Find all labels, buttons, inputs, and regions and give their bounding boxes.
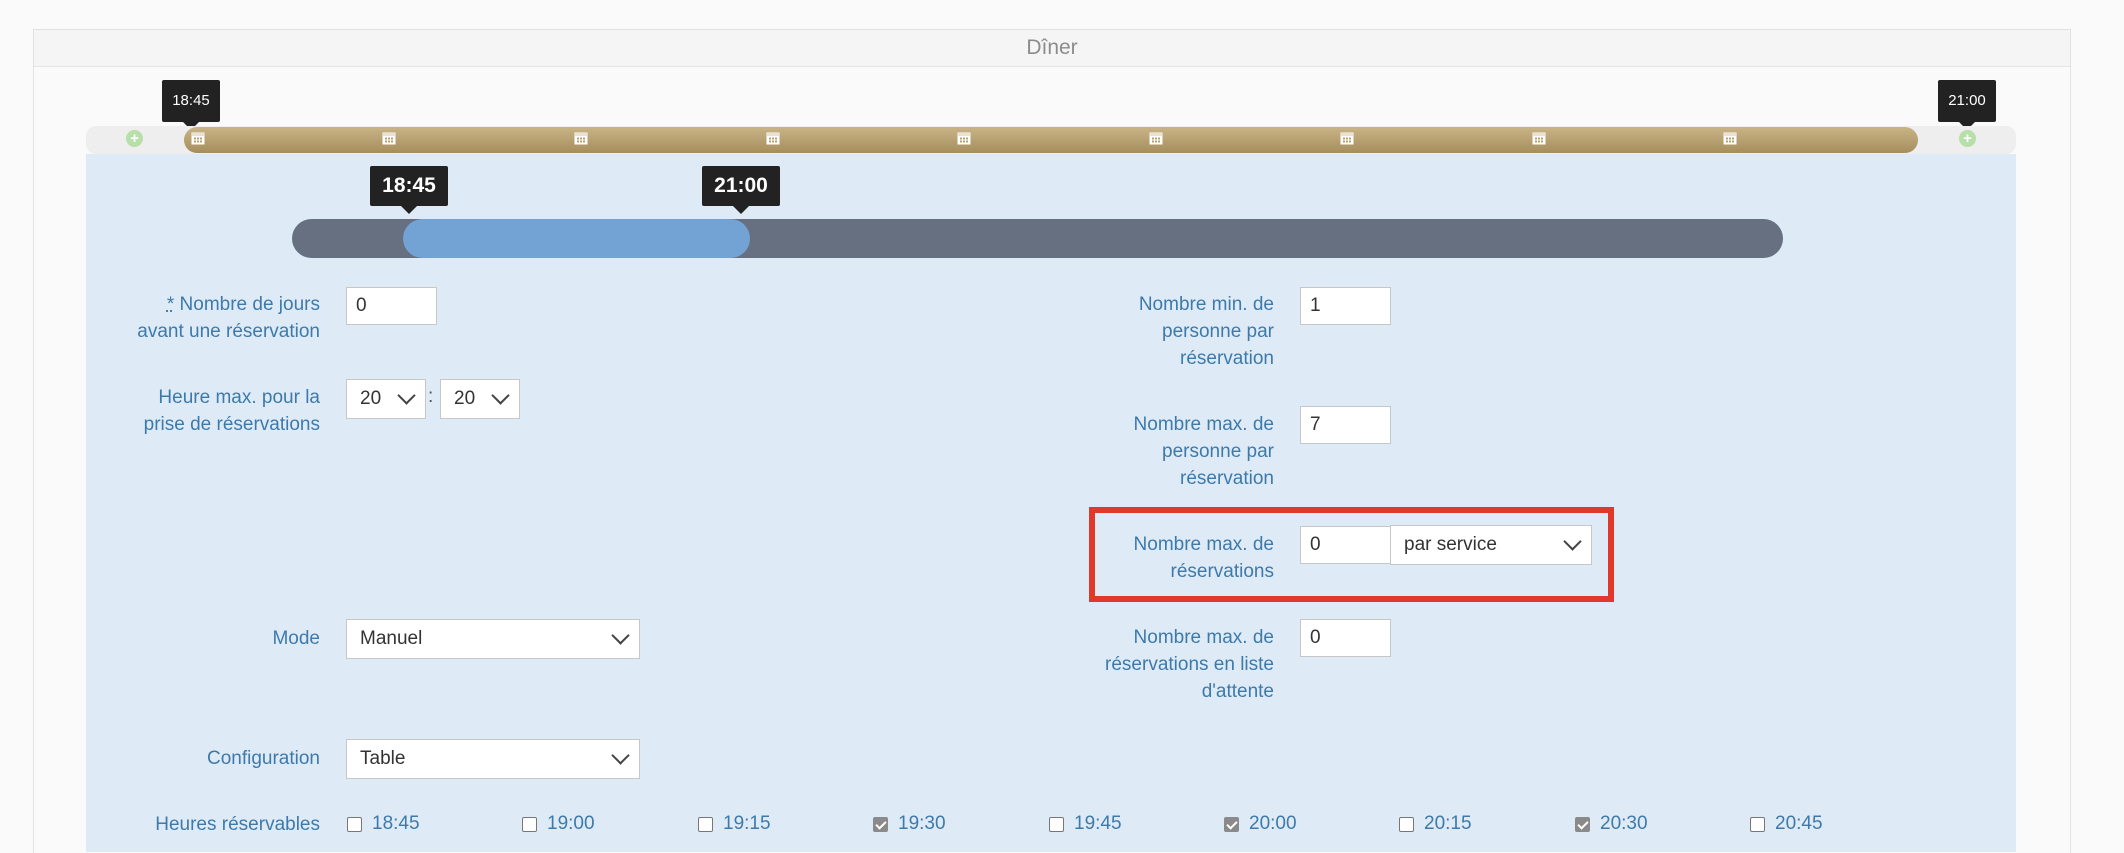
days-before-label: * Nombre de jours avant une réservation — [137, 294, 320, 342]
bookable-hour-label: 18:45 — [372, 813, 420, 834]
bookable-hour-label: 19:15 — [723, 813, 771, 834]
max-hour-label: Heure max. pour la prise de réservations — [143, 387, 320, 435]
max-waitlist-input[interactable]: 0 — [1300, 619, 1391, 657]
bookable-hour-label: 20:00 — [1249, 813, 1297, 834]
calendar-icon[interactable] — [1149, 131, 1163, 145]
timeline-bar[interactable] — [184, 127, 1918, 153]
bookable-hour-checkbox[interactable] — [698, 817, 713, 832]
calendar-icon[interactable] — [1340, 131, 1354, 145]
configuration-select[interactable]: Table — [346, 739, 640, 779]
bookable-hour-checkbox[interactable] — [873, 817, 888, 832]
max-persons-label: Nombre max. de personne par réservation — [1133, 414, 1274, 489]
max-waitlist-label: Nombre max. de réservations en liste d'att… — [1105, 627, 1274, 702]
calendar-icon[interactable] — [191, 131, 205, 145]
max-hour-minute-select[interactable]: 20 — [440, 379, 520, 419]
calendar-icon[interactable] — [1532, 131, 1546, 145]
calendar-icon[interactable] — [766, 131, 780, 145]
range-end-label: 21:00 — [702, 166, 780, 214]
time-separator: : — [428, 386, 434, 407]
plus-circle-icon[interactable]: + — [126, 130, 143, 147]
bookable-hour-checkbox[interactable] — [1224, 817, 1239, 832]
bookable-hour-label: 20:30 — [1600, 813, 1648, 834]
bookable-hour-checkbox[interactable] — [1049, 817, 1064, 832]
calendar-icon[interactable] — [574, 131, 588, 145]
bookable-hour-checkbox[interactable] — [1750, 817, 1765, 832]
timeline-end-tooltip: 21:00 — [1938, 80, 1996, 130]
range-start-label: 18:45 — [370, 166, 448, 214]
bookable-hour-label: 20:15 — [1424, 813, 1472, 834]
bookable-hours-label: Heures réservables — [155, 814, 320, 835]
configuration-label: Configuration — [206, 748, 320, 769]
bookable-hour-label: 19:00 — [547, 813, 595, 834]
bookable-hour-checkbox[interactable] — [347, 817, 362, 832]
calendar-icon[interactable] — [957, 131, 971, 145]
timeline-start-tooltip: 18:45 — [162, 80, 220, 130]
chevron-down-icon — [1563, 532, 1582, 551]
chevron-down-icon — [611, 626, 630, 645]
max-reservations-label: Nombre max. de réservations — [1133, 534, 1274, 582]
bookable-hour-checkbox[interactable] — [522, 817, 537, 832]
calendar-icon[interactable] — [1723, 131, 1737, 145]
max-hour-hour-select[interactable]: 20 — [346, 379, 426, 419]
mode-select[interactable]: Manuel — [346, 619, 640, 659]
mode-label: Mode — [272, 628, 320, 649]
bookable-hour-label: 19:30 — [898, 813, 946, 834]
calendar-icon[interactable] — [382, 131, 396, 145]
chevron-down-icon — [611, 746, 630, 765]
plus-circle-icon[interactable]: + — [1959, 130, 1976, 147]
max-reservations-input[interactable]: 0 — [1300, 526, 1391, 564]
time-range-selection[interactable] — [403, 219, 750, 258]
chevron-down-icon — [397, 386, 416, 405]
max-persons-input[interactable]: 7 — [1300, 406, 1391, 444]
days-before-input[interactable]: 0 — [346, 287, 437, 325]
bookable-hour-label: 19:45 — [1074, 813, 1122, 834]
chevron-down-icon — [491, 386, 510, 405]
bookable-hour-label: 20:45 — [1775, 813, 1823, 834]
bookable-hour-checkbox[interactable] — [1399, 817, 1414, 832]
section-title: Dîner — [34, 30, 2070, 67]
bookable-hour-checkbox[interactable] — [1575, 817, 1590, 832]
min-persons-input[interactable]: 1 — [1300, 287, 1391, 325]
min-persons-label: Nombre min. de personne par réservation — [1138, 294, 1274, 369]
max-reservations-period-select[interactable]: par service — [1390, 525, 1592, 565]
